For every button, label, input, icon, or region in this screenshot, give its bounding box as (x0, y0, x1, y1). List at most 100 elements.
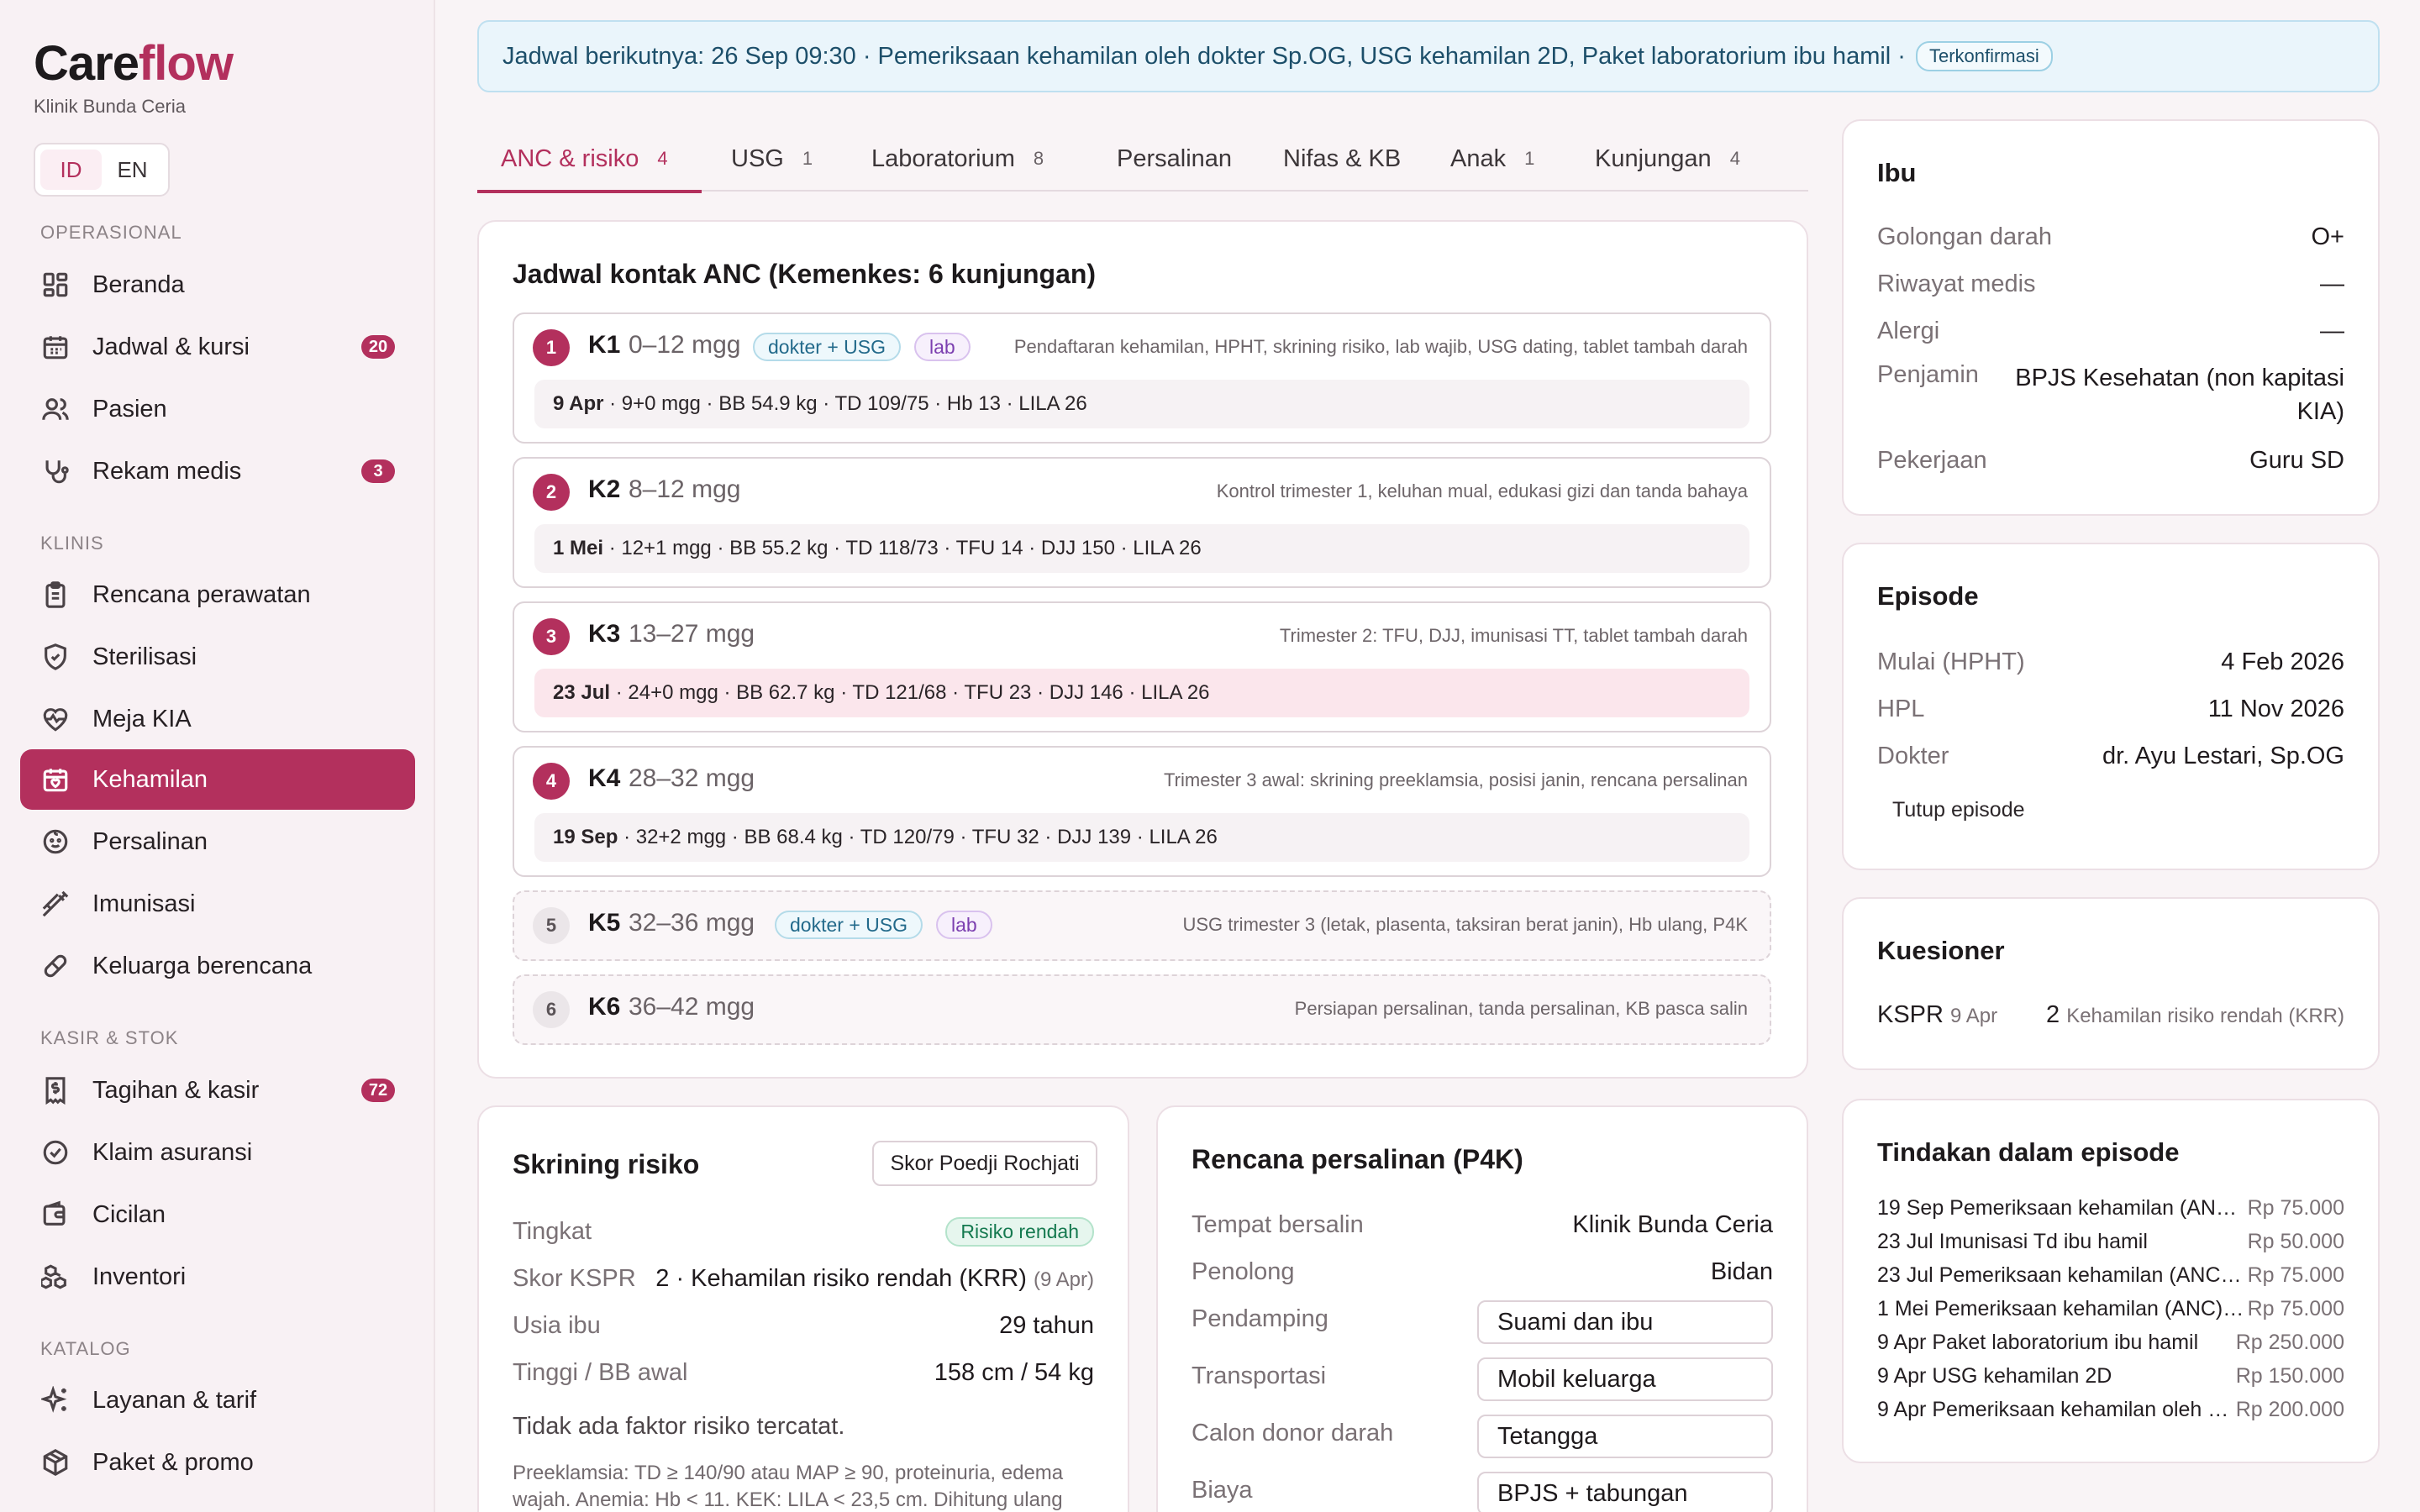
tab-anak[interactable]: Anak 1 (1450, 126, 1534, 192)
anc-visit-k6[interactable]: 6 K6 36–42 mgg Persiapan persalinan, tan… (513, 974, 1771, 1045)
sidebar-item-klaim-asuransi[interactable]: Klaim asuransi (20, 1122, 415, 1183)
procedure-row[interactable]: 9 Apr USG kehamilan 2D Rp 150.000 (1877, 1364, 2344, 1394)
height-weight-row: Tinggi / BB awal 158 cm / 54 kg (513, 1358, 1094, 1386)
anc-visit-k2[interactable]: 2 K2 8–12 mgg Kontrol trimester 1, keluh… (513, 457, 1771, 588)
sidebar-item-label: Paket & promo (92, 1448, 254, 1476)
section-kasir-stok: KASIR & STOK (40, 1027, 179, 1048)
visit-description: Kontrol trimester 1, keluhan mual, eduka… (1216, 480, 1748, 501)
blood-donor-input[interactable]: Tetangga (1477, 1415, 1773, 1458)
sidebar-item-label: Beranda (92, 270, 185, 298)
card-title: Kuesioner (1877, 936, 2005, 965)
visit-code: K1 (588, 331, 621, 359)
sidebar-item-label: Tagihan & kasir (92, 1076, 260, 1104)
visit-number: 5 (533, 907, 570, 944)
tag-lab: lab (936, 911, 992, 939)
guarantor-row: Penjamin BPJS Kesehatan (non kapitasi KIA… (1877, 361, 2344, 425)
cost-input[interactable]: BPJS + tabungan (1477, 1472, 1773, 1512)
badge-count: 72 (361, 1079, 395, 1102)
sidebar-item-layanan-tarif[interactable]: Layanan & tarif (20, 1370, 415, 1431)
tab-kunjungan[interactable]: Kunjungan 4 (1595, 126, 1740, 192)
check-circle-icon (40, 1137, 71, 1168)
procedure-row[interactable]: 9 Apr Paket laboratorium ibu hamil Rp 250… (1877, 1331, 2344, 1361)
sidebar-item-keluarga-berencana[interactable]: Keluarga berencana (20, 936, 415, 996)
sidebar-item-inventori[interactable]: Inventori (20, 1247, 415, 1307)
language-switch: ID EN (34, 143, 170, 197)
sidebar-item-label: Imunisasi (92, 890, 196, 917)
procedure-row[interactable]: 1 Mei Pemeriksaan kehamilan (ANC) oleh b… (1877, 1297, 2344, 1327)
questionnaire-card: Kuesioner KSPR 9 Apr 2 Kehamilan risiko … (1842, 897, 2380, 1070)
transport-label-row: Transportasi (1192, 1362, 1327, 1389)
sidebar-item-meja-kia[interactable]: Meja KIA (20, 689, 415, 749)
app-logo[interactable]: Careflow (34, 35, 234, 92)
sidebar-item-imunisasi[interactable]: Imunisasi (20, 874, 415, 934)
anc-visit-k3[interactable]: 3 K3 13–27 mgg Trimester 2: TFU, DJJ, im… (513, 601, 1771, 732)
visit-result: 23 Jul · 24+0 mgg · BB 62.7 kg · TD 121/… (534, 669, 1749, 717)
next-appointment-banner[interactable]: Jadwal berikutnya: 26 Sep 09:30 · Pemeri… (477, 20, 2380, 92)
birth-helper-row: Penolong Bidan (1192, 1257, 1773, 1285)
kspr-score-row: Skor KSPR 2 · Kehamilan risiko rendah (KR… (513, 1264, 1094, 1292)
anc-visit-k1[interactable]: 1 K1 0–12 mgg dokter + USG lab Pendaftar… (513, 312, 1771, 444)
sidebar-item-paket-promo[interactable]: Paket & promo (20, 1432, 415, 1493)
card-title: Ibu (1877, 158, 1917, 187)
receipt-icon (40, 1075, 71, 1105)
sidebar-item-jadwal[interactable]: Jadwal & kursi 20 (20, 317, 415, 377)
calendar-icon (40, 332, 71, 362)
sidebar-item-sterilisasi[interactable]: Sterilisasi (20, 627, 415, 687)
visit-number: 2 (533, 474, 570, 511)
transport-input[interactable]: Mobil keluarga (1477, 1357, 1773, 1401)
tab-persalinan[interactable]: Persalinan (1117, 126, 1232, 192)
tab-anc-risiko[interactable]: ANC & risiko 4 (477, 126, 702, 193)
allergy-row: Alergi — (1877, 317, 2344, 344)
procedure-row[interactable]: 9 Apr Pemeriksaan kehamilan oleh dokter … (1877, 1398, 2344, 1428)
doctor-row: Dokter dr. Ayu Lestari, Sp.OG (1877, 742, 2344, 769)
tab-usg[interactable]: USG 1 (731, 126, 813, 192)
sidebar-item-label: Klaim asuransi (92, 1138, 253, 1166)
visit-description: Trimester 2: TFU, DJJ, imunisasi TT, tab… (1279, 625, 1748, 646)
procedure-row[interactable]: 19 Sep Pemeriksaan kehamilan (ANC) oleh … (1877, 1196, 2344, 1226)
visit-description: Pendaftaran kehamilan, HPHT, skrining ri… (1013, 336, 1748, 357)
visit-result: 19 Sep · 32+2 mgg · BB 68.4 kg · TD 120/… (534, 813, 1749, 862)
clipboard-icon (40, 580, 71, 610)
sidebar-item-label: Pasien (92, 395, 167, 423)
visit-description: Persiapan persalinan, tanda persalinan, … (1294, 998, 1748, 1019)
lang-en-button[interactable]: EN (102, 150, 163, 190)
visit-weeks: 8–12 mgg (629, 475, 741, 503)
sidebar-item-persalinan[interactable]: Persalinan (20, 811, 415, 872)
status-badge: Terkonfirmasi (1915, 41, 2053, 71)
questionnaire-kspr-row[interactable]: KSPR 9 Apr 2 Kehamilan risiko rendah (KR… (1877, 998, 2344, 1032)
sidebar-item-tagihan[interactable]: Tagihan & kasir 72 (20, 1060, 415, 1121)
visit-weeks: 36–42 mgg (629, 993, 755, 1021)
birth-place-row: Tempat bersalin Klinik Bunda Ceria (1192, 1210, 1773, 1238)
sidebar-item-pasien[interactable]: Pasien (20, 379, 415, 439)
stethoscope-icon (40, 456, 71, 486)
sidebar-item-cicilan[interactable]: Cicilan (20, 1184, 415, 1245)
sidebar-item-beranda[interactable]: Beranda (20, 255, 415, 315)
users-icon (40, 394, 71, 424)
due-date-row: HPL 11 Nov 2026 (1877, 695, 2344, 722)
sidebar-item-rekam-medis[interactable]: Rekam medis 3 (20, 441, 415, 501)
visit-code: K4 (588, 764, 621, 792)
card-title: Tindakan dalam episode (1877, 1137, 2180, 1167)
tab-nifas-kb[interactable]: Nifas & KB (1283, 126, 1401, 192)
visit-number: 3 (533, 618, 570, 655)
visit-weeks: 32–36 mgg (629, 909, 755, 937)
sidebar-item-label: Jadwal & kursi (92, 333, 250, 360)
companion-input[interactable]: Suami dan ibu (1477, 1300, 1773, 1344)
blood-type-row: Golongan darah O+ (1877, 223, 2344, 250)
sidebar-item-rencana-perawatan[interactable]: Rencana perawatan (20, 564, 415, 625)
grid-icon (40, 270, 71, 300)
poedji-rochjati-button[interactable]: Skor Poedji Rochjati (872, 1141, 1097, 1186)
anc-visit-k4[interactable]: 4 K4 28–32 mgg Trimester 3 awal: skrinin… (513, 746, 1771, 877)
visit-number: 1 (533, 329, 570, 366)
procedure-row[interactable]: 23 Jul Imunisasi Td ibu hamil Rp 50.000 (1877, 1230, 2344, 1260)
sidebar-item-kehamilan[interactable]: Kehamilan (20, 749, 415, 810)
sidebar-item-label: Layanan & tarif (92, 1386, 257, 1414)
sidebar-item-label: Keluarga berencana (92, 952, 313, 979)
visit-description: Trimester 3 awal: skrining preeklamsia, … (1164, 769, 1748, 790)
anc-visit-k5[interactable]: 5 K5 32–36 mgg dokter + USG lab USG trim… (513, 890, 1771, 961)
lang-id-button[interactable]: ID (40, 150, 102, 190)
close-episode-button[interactable]: Tutup episode (1892, 798, 2025, 822)
card-title: Jadwal kontak ANC (Kemenkes: 6 kunjungan… (513, 259, 1097, 289)
tab-laboratorium[interactable]: Laboratorium 8 (871, 126, 1044, 192)
procedure-row[interactable]: 23 Jul Pemeriksaan kehamilan (ANC) oleh … (1877, 1263, 2344, 1294)
